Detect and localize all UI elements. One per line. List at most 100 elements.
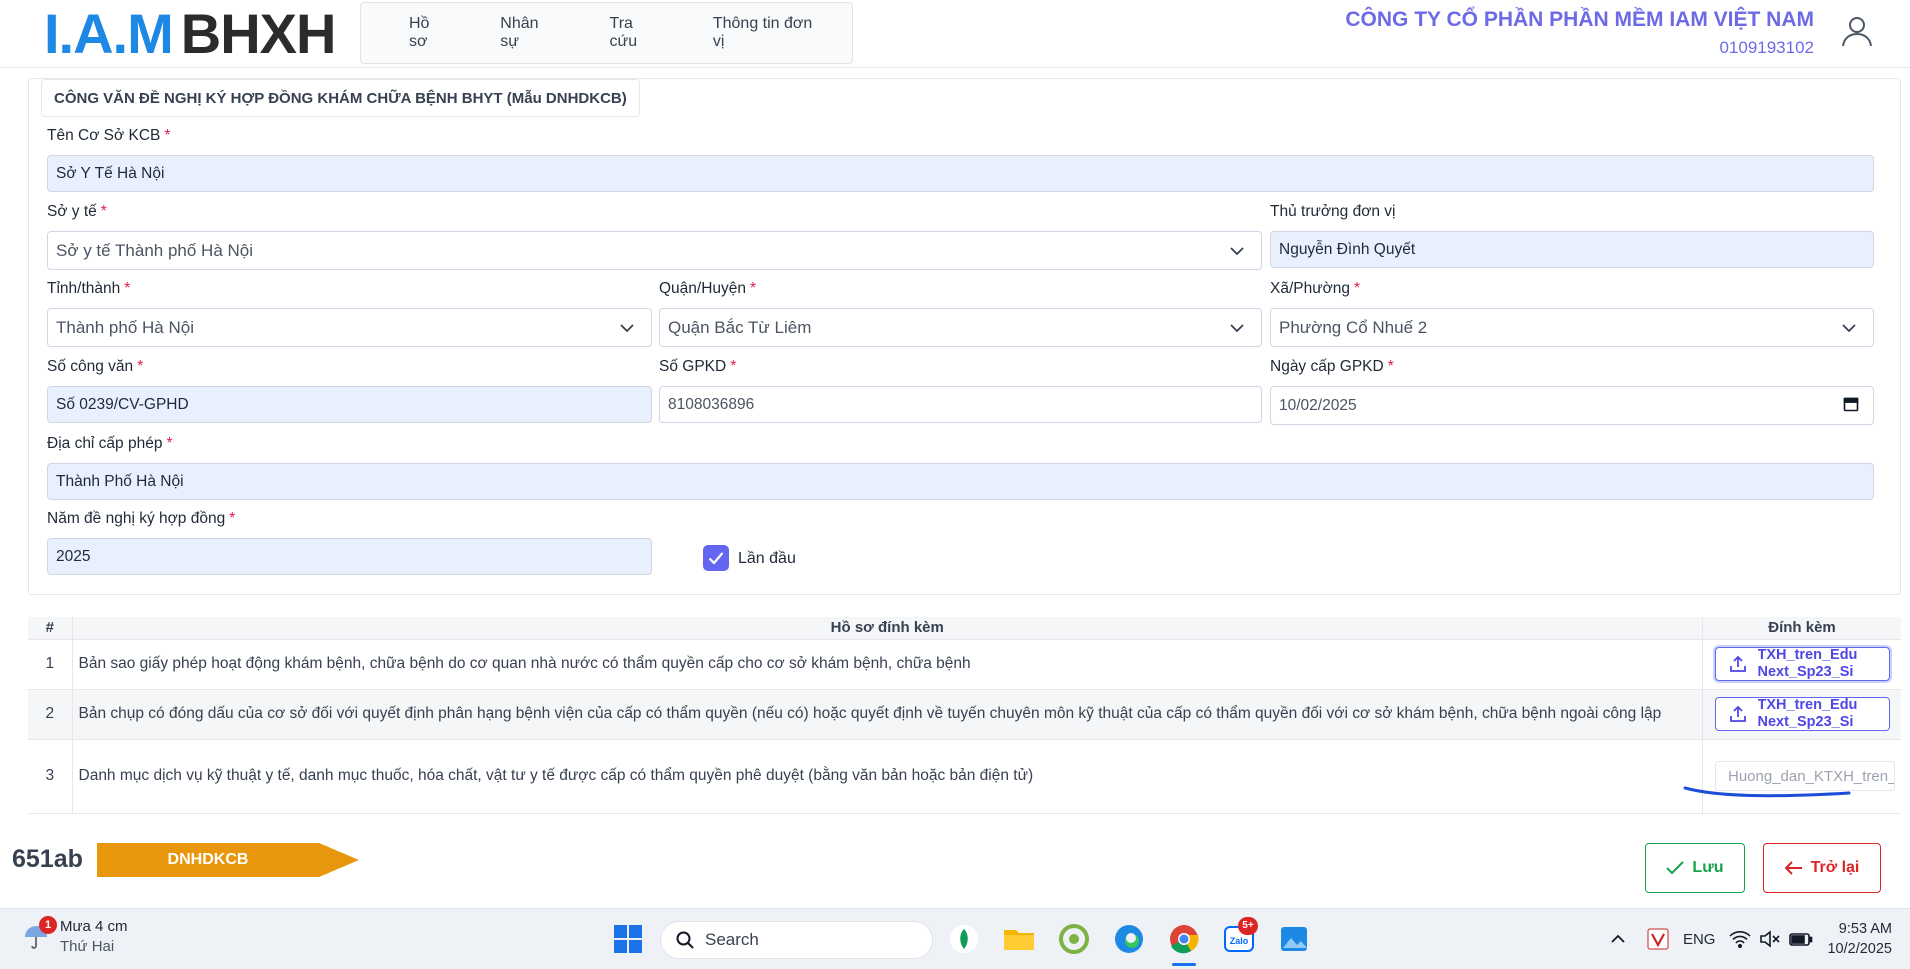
head-of-unit-input[interactable]: Nguyễn Đình Quyết <box>1270 231 1874 268</box>
nav-tra-cuu[interactable]: Tra cứu <box>586 15 689 51</box>
record-code: 651ab <box>12 845 83 873</box>
first-time-label: Lần đầu <box>738 550 796 567</box>
contract-year-input[interactable]: 2025 <box>47 538 652 575</box>
green-app-icon[interactable] <box>1057 922 1091 956</box>
header-attachment: Đính kèm <box>1702 617 1901 640</box>
file-name-line2: Next_Sp23_Si <box>1757 714 1854 730</box>
chevron-down-icon <box>1230 247 1244 256</box>
battery-icon[interactable] <box>1789 930 1813 948</box>
save-button[interactable]: Lưu <box>1645 843 1745 893</box>
search-label: Search <box>705 930 759 949</box>
save-label: Lưu <box>1692 859 1724 876</box>
row-doc: Danh mục dịch vụ kỹ thuật y tế, danh mục… <box>72 739 1703 814</box>
license-address-label: Địa chỉ cấp phép * <box>47 435 173 452</box>
chevron-down-icon <box>1842 324 1856 333</box>
row-doc: Bản sao giấy phép hoạt động khám bệnh, c… <box>72 639 1703 690</box>
district-select[interactable]: Quận Bắc Từ Liêm <box>659 308 1262 347</box>
vietkey-icon[interactable] <box>1647 928 1669 950</box>
nav-ho-so[interactable]: Hồ sơ <box>385 15 476 51</box>
district-label: Quận/Huyện * <box>659 280 757 297</box>
wifi-icon[interactable] <box>1729 930 1752 948</box>
weather-day: Thứ Hai <box>60 938 115 955</box>
license-address-input[interactable]: Thành Phố Hà Nội <box>47 463 1874 500</box>
taskbar-search[interactable]: Search <box>660 921 933 959</box>
file-explorer-icon[interactable] <box>1002 922 1036 956</box>
weather-text: Mưa 4 cm <box>60 918 128 935</box>
table-row: 2 Bản chụp có đóng dấu của cơ sở đối với… <box>28 689 1901 740</box>
windows-taskbar: Mưa 4 cm Thứ Hai 1 Search Zalo 5+ ENG 9:5… <box>0 908 1910 969</box>
arrow-left-icon <box>1784 861 1802 875</box>
check-icon <box>708 552 724 565</box>
upload-button[interactable]: TXH_tren_Edu Next_Sp23_Si <box>1714 697 1890 731</box>
chevron-down-icon <box>620 324 634 333</box>
province-select[interactable]: Thành phố Hà Nội <box>47 308 652 347</box>
language-indicator[interactable]: ENG <box>1683 931 1716 948</box>
clock-time: 9:53 AM <box>1838 921 1892 937</box>
upload-icon <box>1729 655 1746 672</box>
chevron-down-icon <box>1230 324 1244 333</box>
license-no-input[interactable]: 8108036896 <box>659 386 1262 423</box>
form-title: CÔNG VĂN ĐỀ NGHỊ KÝ HỢP ĐỒNG KHÁM CHỮA B… <box>41 79 640 117</box>
company-code: 0109193102 <box>1719 38 1814 57</box>
health-dept-label: Sở y tế * <box>47 203 107 220</box>
zalo-badge: 5+ <box>1238 917 1258 935</box>
attachments-table: # Hồ sơ đính kèm Đính kèm 1 Bản sao giấy… <box>28 617 1901 814</box>
weather-widget[interactable]: Mưa 4 cm Thứ Hai <box>22 917 128 957</box>
table-row: 3 Danh mục dịch vụ kỹ thuật y tế, danh m… <box>28 739 1901 814</box>
contract-year-label: Năm đề nghị ký hợp đồng * <box>47 510 236 527</box>
search-icon <box>676 931 694 949</box>
form-type-label: DNHDKCB <box>167 851 249 868</box>
row-num: 3 <box>28 739 73 814</box>
svg-text:Zalo: Zalo <box>1230 936 1249 946</box>
notification-badge: 1 <box>39 916 57 934</box>
facility-name-label: Tên Cơ Sở KCB * <box>47 127 171 144</box>
logo-iam: I.A.M <box>44 2 174 65</box>
volume-muted-icon[interactable] <box>1759 930 1781 948</box>
row-num: 1 <box>28 639 73 690</box>
main-nav: Hồ sơ Nhân sự Tra cứu Thông tin đơn vị <box>360 2 853 64</box>
upload-button[interactable]: TXH_tren_Edu Next_Sp23_Si <box>1714 647 1890 681</box>
system-clock[interactable]: 9:53 AM 10/2/2025 <box>1827 919 1892 959</box>
file-name-line1: TXH_tren_Edu <box>1757 697 1858 713</box>
nav-thong-tin-don-vi[interactable]: Thông tin đơn vị <box>689 15 852 51</box>
license-no-label: Số GPKD * <box>659 358 737 375</box>
license-date-label: Ngày cấp GPKD * <box>1270 358 1394 375</box>
header-doc: Hồ sơ đính kèm <box>72 617 1703 640</box>
table-row: 1 Bản sao giấy phép hoạt động khám bệnh,… <box>28 639 1901 690</box>
logo-bhxh: BHXH <box>180 2 337 65</box>
ward-label: Xã/Phường * <box>1270 280 1361 297</box>
hand-drawn-underline <box>1683 786 1851 797</box>
company-name: CÔNG TY CỔ PHẦN PHẦN MỀM IAM VIỆT NAM <box>1345 8 1814 31</box>
dispatch-no-label: Số công văn * <box>47 358 144 375</box>
back-label: Trở lại <box>1810 859 1860 876</box>
nav-nhan-su[interactable]: Nhân sự <box>476 15 585 51</box>
company-info: CÔNG TY CỔ PHẦN PHẦN MỀM IAM VIỆT NAM 01… <box>1345 8 1814 58</box>
app-logo[interactable]: I.A.M BHXH <box>44 2 337 65</box>
clock-date: 10/2/2025 <box>1827 941 1892 957</box>
row-doc: Bản chụp có đóng dấu của cơ sở đối với q… <box>72 689 1703 740</box>
head-of-unit-label: Thủ trưởng đơn vị <box>1270 203 1396 220</box>
row-num: 2 <box>28 689 73 740</box>
health-dept-select[interactable]: Sở y tế Thành phố Hà Nội <box>47 231 1262 270</box>
edge-browser-icon[interactable] <box>1112 922 1146 956</box>
ward-select[interactable]: Phường Cổ Nhuế 2 <box>1270 308 1874 347</box>
active-app-indicator <box>1172 963 1196 966</box>
calendar-icon[interactable] <box>1843 396 1859 412</box>
file-name-line2: Next_Sp23_Si <box>1757 664 1854 680</box>
dispatch-no-input[interactable]: Số 0239/CV-GPHD <box>47 386 652 423</box>
user-icon[interactable] <box>1840 14 1874 48</box>
app-header: I.A.M BHXH Hồ sơ Nhân sự Tra cứu Thông t… <box>0 0 1910 68</box>
leaf-app-icon[interactable] <box>947 922 981 956</box>
photos-app-icon[interactable] <box>1277 922 1311 956</box>
facility-name-input[interactable]: Sở Y Tế Hà Nội <box>47 155 1874 192</box>
province-label: Tỉnh/thành * <box>47 280 131 297</box>
back-button[interactable]: Trở lại <box>1763 843 1881 893</box>
chevron-up-icon[interactable] <box>1609 930 1627 948</box>
first-time-checkbox[interactable] <box>703 545 729 571</box>
windows-start-icon[interactable] <box>611 922 645 956</box>
license-date-input[interactable]: 10/02/2025 <box>1270 386 1874 425</box>
system-tray: ENG 9:53 AM 10/2/2025 <box>1609 919 1892 959</box>
upload-icon <box>1729 705 1746 722</box>
chrome-browser-icon[interactable] <box>1167 922 1201 956</box>
header-num: # <box>28 617 73 640</box>
